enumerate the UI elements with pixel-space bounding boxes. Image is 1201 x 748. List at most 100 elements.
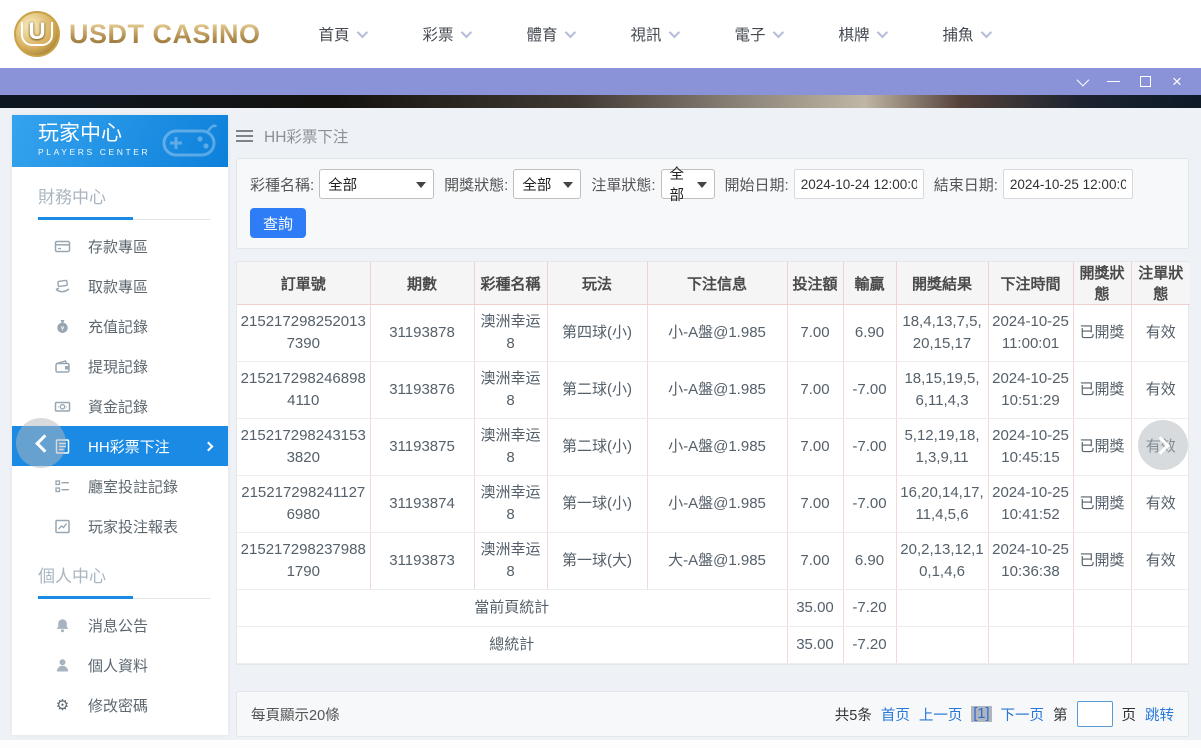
jump-button[interactable]: 跳转 [1145,704,1174,725]
sidebar-item-announcements[interactable]: 消息公告 [12,605,228,645]
total-summary-label: 總統計 [237,626,788,664]
person-icon [54,657,71,674]
prev-page-link[interactable]: 上一页 [919,704,963,725]
cell-bet-time: 2024-10-25 10:51:29 [988,361,1074,419]
cell-play: 第四球(小) [547,304,648,362]
sidebar-item-label: 存款專區 [88,238,149,256]
sidebar-item-room-bet-records[interactable]: 廳室投註記錄 [12,466,228,506]
page-summary-win-loss: -7.20 [843,589,897,627]
cell-period: 31193876 [370,361,475,419]
start-date-input[interactable] [793,169,924,199]
lottery-name-label: 彩種名稱: [250,176,315,194]
brand-coin-icon: U [14,11,60,57]
next-page-link[interactable]: 下一页 [1001,704,1045,725]
sidebar-item-withdraw-record[interactable]: 提現記錄 [12,346,228,386]
filter-panel: 彩種名稱: 全部 開獎狀態: 全部 注單狀態: 全部 開始日期: 結束日期: [236,158,1189,249]
bell-icon [54,617,71,634]
cell-play: 第一球(小) [547,475,648,533]
nav-item-fishing[interactable]: 捕魚 [943,23,1047,45]
col-order-status: 注單狀態 [1131,262,1190,305]
col-order-id: 訂單號 [237,262,371,305]
sidebar-item-recharge-record[interactable]: ¥ 充值記錄 [12,306,228,346]
chevron-down-icon [772,26,784,39]
chevron-right-icon [1150,435,1170,455]
close-icon: × [1172,72,1182,91]
sidebar-item-label: 個人資料 [88,657,149,675]
cell-period: 31193875 [370,418,475,476]
window-titlebar: × [0,68,1201,95]
cell-win-loss: 6.90 [843,532,897,590]
nav-item-boardgames[interactable]: 棋牌 [839,23,943,45]
nav-item-video[interactable]: 視訊 [631,23,735,45]
current-page-badge[interactable]: [1] [971,706,992,722]
cell-lottery: 澳洲幸运8 [474,475,548,533]
jump-prefix-label: 第 [1053,707,1068,724]
chevron-down-icon [668,26,680,39]
cell-bet-amount: 7.00 [787,361,844,419]
cell-lottery: 澳洲幸运8 [474,532,548,590]
brand-logo[interactable]: U USDT CASINO [14,11,261,57]
end-date-input[interactable] [1002,169,1133,199]
sidebar-item-deposit[interactable]: 存款專區 [12,226,228,266]
col-bet-amount: 投注額 [787,262,844,305]
cell-period: 31193878 [370,304,475,362]
sidebar-item-withdraw[interactable]: 取款專區 [12,266,228,306]
cell-bet-time: 2024-10-25 10:41:52 [988,475,1074,533]
page-summary-label: 當前頁統計 [237,589,788,627]
withdraw-hand-icon [54,278,71,295]
nav-label: 電子 [734,27,766,44]
cell-order-id: 2152172982379881790 [237,532,371,590]
banner-strip [0,95,1201,108]
scroll-right-button[interactable] [1138,420,1188,470]
nav-item-lottery[interactable]: 彩票 [423,23,527,45]
cell-bet-time: 2024-10-25 10:36:38 [988,532,1074,590]
cell-order-id: 2152172982411276980 [237,475,371,533]
moneybag-icon: ¥ [54,318,71,335]
scroll-left-button[interactable] [16,418,66,468]
page-summary-row: 當前頁統計 35.00 -7.20 [237,589,1190,627]
total-count-text: 共5条 [834,707,872,724]
sidebar-item-change-password[interactable]: ⚙ 修改密碼 [12,685,228,725]
hamburger-icon[interactable] [236,130,253,142]
nav-item-home[interactable]: 首頁 [319,23,423,45]
sidebar-item-label: 取款專區 [88,278,149,296]
nav-item-sports[interactable]: 體育 [527,23,631,45]
cell-bet-amount: 7.00 [787,304,844,362]
pagination-panel: 每頁顯示20條 共5条 首页 上一页 [1] 下一页 第 页 跳转 [236,691,1189,737]
page-size-text: 每頁顯示20條 [251,707,340,724]
first-page-link[interactable]: 首页 [881,704,910,725]
window-collapse-button[interactable] [1065,68,1097,95]
empty-cell [988,589,1074,627]
cell-bet-time: 2024-10-25 10:45:15 [988,418,1074,476]
lottery-name-select[interactable]: 全部 [319,169,435,199]
section-divider [38,217,210,220]
maximize-icon [1139,76,1151,87]
wallet-icon [54,358,71,375]
sidebar-item-profile[interactable]: 個人資料 [12,645,228,685]
window-maximize-button[interactable] [1129,68,1161,95]
cell-order-status: 有效 [1131,304,1190,362]
bottom-strip [0,740,1201,748]
sidebar-item-player-bet-report[interactable]: 玩家投注報表 [12,506,228,546]
draw-status-select[interactable]: 全部 [513,169,582,199]
query-button[interactable]: 查詢 [250,208,306,238]
brand-letter: U [21,20,53,46]
sidebar-item-label: 充值記錄 [88,318,149,336]
nav-label: 捕魚 [942,27,974,44]
cell-bet-amount: 7.00 [787,475,844,533]
col-draw-status: 開獎狀態 [1073,262,1132,305]
deposit-card-icon [54,238,71,255]
app-window: U USDT CASINO 首頁 彩票 體育 視訊 電子 棋牌 捕魚 × 玩家中… [0,0,1201,748]
jump-page-input[interactable] [1076,701,1113,727]
site-header: U USDT CASINO 首頁 彩票 體育 視訊 電子 棋牌 捕魚 [0,0,1201,68]
window-close-button[interactable]: × [1161,68,1193,95]
funds-note-icon [54,398,71,415]
chevron-left-icon [34,433,54,453]
window-controls: × [1065,68,1193,95]
order-status-select[interactable]: 全部 [660,167,715,204]
total-summary-row: 總統計 35.00 -7.20 [237,626,1190,664]
window-minimize-button[interactable] [1097,68,1129,95]
cell-order-id: 2152172982520137390 [237,304,371,362]
jump-suffix-label: 页 [1121,707,1137,724]
nav-item-electronic[interactable]: 電子 [735,23,839,45]
